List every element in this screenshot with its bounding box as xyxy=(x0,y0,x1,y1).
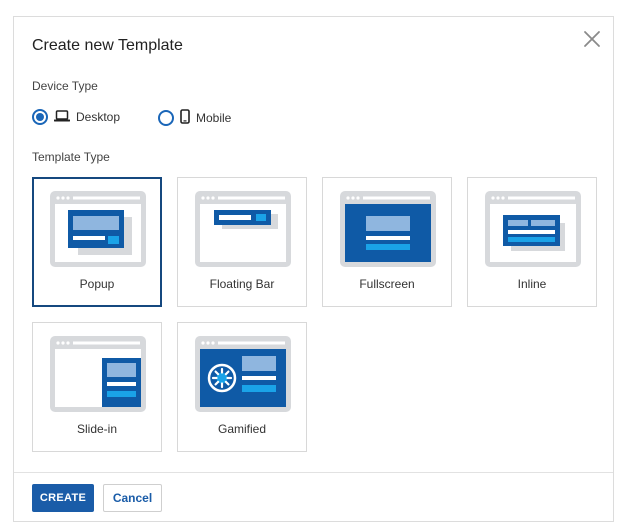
desktop-label: Desktop xyxy=(76,110,121,124)
card-label-inline: Inline xyxy=(517,277,547,291)
card-label-fullscreen: Fullscreen xyxy=(359,277,415,291)
laptop-icon xyxy=(54,109,70,125)
card-label-floating-bar: Floating Bar xyxy=(209,277,275,291)
floating-bar-layout-icon xyxy=(195,191,291,272)
device-option-desktop[interactable]: Desktop xyxy=(32,109,120,125)
gamified-layout-icon xyxy=(195,336,291,417)
dialog-title: Create new Template xyxy=(32,37,183,54)
inline-layout-icon xyxy=(485,191,581,272)
slide-in-layout-icon xyxy=(50,336,146,417)
create-button[interactable]: CREATE xyxy=(32,484,94,512)
radio-mobile[interactable] xyxy=(158,110,174,126)
footer-divider xyxy=(14,472,613,473)
template-card-floating-bar[interactable]: Floating Bar xyxy=(177,177,307,307)
template-card-gamified[interactable]: Gamified xyxy=(177,322,307,452)
mobile-label: Mobile xyxy=(196,111,232,125)
create-template-dialog: Create new Template Device Type Desktop xyxy=(13,16,614,522)
cancel-button[interactable]: Cancel xyxy=(103,484,162,512)
template-card-fullscreen[interactable]: Fullscreen xyxy=(322,177,452,307)
template-card-popup[interactable]: Popup xyxy=(32,177,162,307)
radio-desktop[interactable] xyxy=(32,109,48,125)
device-type-label: Device Type xyxy=(32,79,98,93)
card-label-slide-in: Slide-in xyxy=(76,422,118,436)
fullscreen-layout-icon xyxy=(340,191,436,272)
phone-icon xyxy=(180,109,190,127)
card-label-gamified: Gamified xyxy=(217,422,267,436)
close-icon[interactable] xyxy=(582,29,602,49)
device-option-mobile[interactable]: Mobile xyxy=(158,109,231,127)
template-card-slide-in[interactable]: Slide-in xyxy=(32,322,162,452)
template-card-inline[interactable]: Inline xyxy=(467,177,597,307)
popup-layout-icon xyxy=(50,191,146,272)
card-label-popup: Popup xyxy=(79,277,115,291)
template-type-label: Template Type xyxy=(32,150,110,164)
